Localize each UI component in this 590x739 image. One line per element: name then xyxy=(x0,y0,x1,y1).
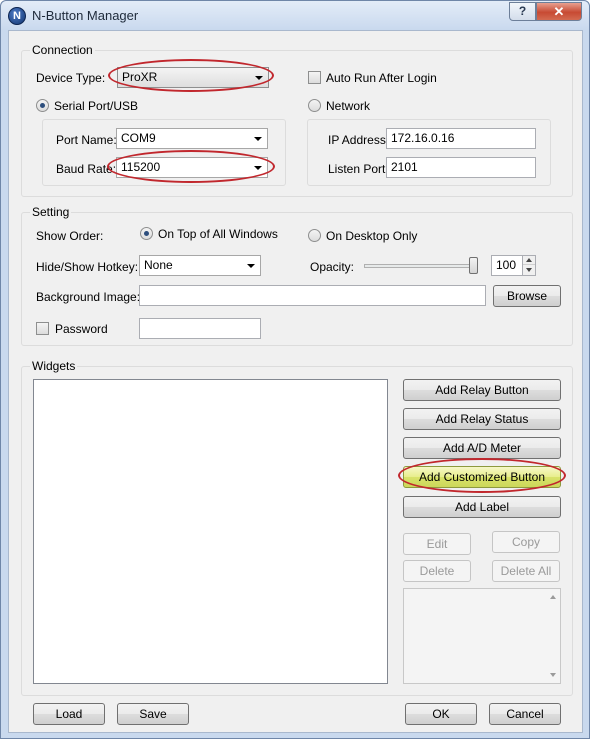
background-image-input[interactable] xyxy=(139,285,486,306)
delete-all-button[interactable]: Delete All xyxy=(492,560,560,582)
device-type-label: Device Type: xyxy=(36,71,106,85)
opacity-slider-thumb[interactable] xyxy=(469,257,478,274)
opacity-label: Opacity: xyxy=(310,260,355,274)
add-label-button[interactable]: Add Label xyxy=(403,496,561,518)
delete-button[interactable]: Delete xyxy=(403,560,471,582)
spin-down-icon[interactable] xyxy=(523,265,535,274)
connection-group-title: Connection xyxy=(30,43,95,57)
background-image-label: Background Image: xyxy=(36,290,141,304)
properties-panel[interactable] xyxy=(403,588,561,684)
load-button[interactable]: Load xyxy=(33,703,105,725)
scrollbar[interactable] xyxy=(546,589,560,683)
hotkey-label: Hide/Show Hotkey: xyxy=(36,260,139,274)
scroll-up-icon xyxy=(550,595,556,599)
listen-port-label: Listen Port: xyxy=(328,162,389,176)
help-button[interactable]: ? xyxy=(509,2,536,21)
save-button[interactable]: Save xyxy=(117,703,189,725)
desktop-only-radio[interactable] xyxy=(308,229,321,242)
baud-rate-select[interactable]: 115200 xyxy=(116,157,268,178)
serial-port-label[interactable]: Serial Port/USB xyxy=(54,99,138,113)
ip-address-input[interactable]: 172.16.0.16 xyxy=(386,128,536,149)
on-top-radio[interactable] xyxy=(140,227,153,240)
main-window: N N-Button Manager ? ✕ Connection Device… xyxy=(0,0,590,739)
baud-rate-label: Baud Rate: xyxy=(56,162,117,176)
port-name-value: COM9 xyxy=(121,131,156,145)
password-label[interactable]: Password xyxy=(55,322,108,336)
opacity-input[interactable]: 100 xyxy=(491,255,523,276)
edit-button[interactable]: Edit xyxy=(403,533,471,555)
serial-port-radio[interactable] xyxy=(36,99,49,112)
network-radio[interactable] xyxy=(308,99,321,112)
opacity-spinner[interactable] xyxy=(522,255,536,276)
close-button[interactable]: ✕ xyxy=(536,2,582,21)
title-bar[interactable]: N N-Button Manager ? ✕ xyxy=(1,1,589,30)
chevron-down-icon xyxy=(247,264,255,268)
copy-button[interactable]: Copy xyxy=(492,531,560,553)
setting-group: Setting Show Order: On Top of All Window… xyxy=(21,205,573,346)
auto-run-checkbox[interactable] xyxy=(308,71,321,84)
on-top-label[interactable]: On Top of All Windows xyxy=(158,227,278,241)
port-name-label: Port Name: xyxy=(56,133,117,147)
opacity-slider-track[interactable] xyxy=(364,264,476,268)
spin-up-icon[interactable] xyxy=(523,256,535,265)
ok-button[interactable]: OK xyxy=(405,703,477,725)
client-area: Connection Device Type: ProXR Auto Run A… xyxy=(8,30,583,733)
window-title: N-Button Manager xyxy=(32,8,139,23)
chevron-down-icon xyxy=(255,76,263,80)
browse-button[interactable]: Browse xyxy=(493,285,561,307)
device-type-select[interactable]: ProXR xyxy=(117,67,269,88)
app-logo-icon: N xyxy=(8,7,26,25)
cancel-button[interactable]: Cancel xyxy=(489,703,561,725)
chevron-down-icon xyxy=(254,166,262,170)
hotkey-value: None xyxy=(144,258,173,272)
hotkey-select[interactable]: None xyxy=(139,255,261,276)
setting-group-title: Setting xyxy=(30,205,72,219)
ip-address-label: IP Address: xyxy=(328,133,390,147)
device-type-value: ProXR xyxy=(122,70,158,84)
add-relay-status-button[interactable]: Add Relay Status xyxy=(403,408,561,430)
widgets-list[interactable] xyxy=(33,379,388,684)
password-input[interactable] xyxy=(139,318,261,339)
baud-rate-value: 115200 xyxy=(121,160,161,174)
connection-group: Connection Device Type: ProXR Auto Run A… xyxy=(21,43,573,197)
show-order-label: Show Order: xyxy=(36,229,104,243)
network-label[interactable]: Network xyxy=(326,99,370,113)
widgets-group: Widgets Add Relay Button Add Relay Statu… xyxy=(21,359,573,696)
add-ad-meter-button[interactable]: Add A/D Meter xyxy=(403,437,561,459)
add-customized-button[interactable]: Add Customized Button xyxy=(403,466,561,488)
desktop-only-label[interactable]: On Desktop Only xyxy=(326,229,417,243)
listen-port-input[interactable]: 2101 xyxy=(386,157,536,178)
add-relay-button[interactable]: Add Relay Button xyxy=(403,379,561,401)
auto-run-label[interactable]: Auto Run After Login xyxy=(326,71,437,85)
widgets-group-title: Widgets xyxy=(30,359,78,373)
port-name-select[interactable]: COM9 xyxy=(116,128,268,149)
scroll-down-icon xyxy=(550,673,556,677)
chevron-down-icon xyxy=(254,137,262,141)
password-checkbox[interactable] xyxy=(36,322,49,335)
